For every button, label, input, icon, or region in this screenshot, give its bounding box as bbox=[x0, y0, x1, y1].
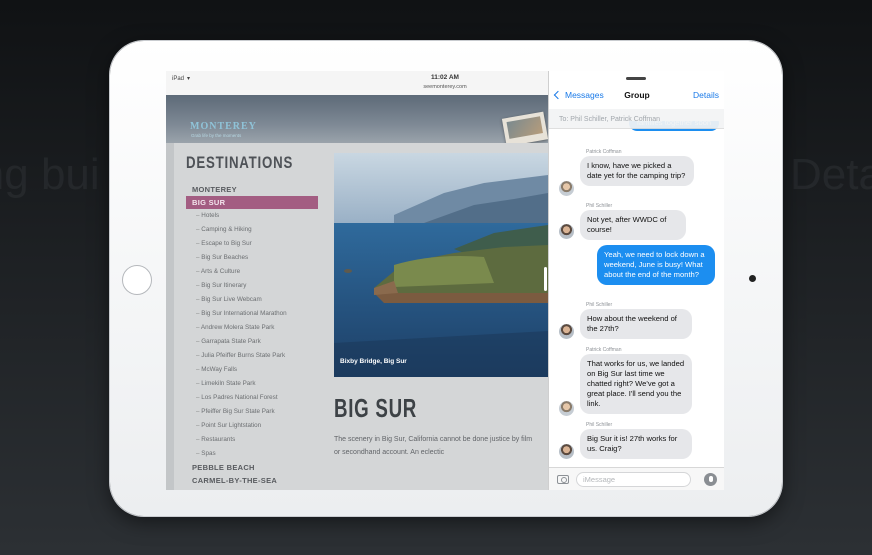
nav-subitem[interactable]: Arts & Culture bbox=[186, 265, 318, 279]
page-content: DESTINATIONS MONTEREY BIG SUR HotelsCamp… bbox=[174, 143, 548, 490]
avatar bbox=[559, 324, 574, 339]
destinations-heading: DESTINATIONS bbox=[186, 153, 294, 172]
nav-subitem[interactable]: Point Sur Lightstation bbox=[186, 419, 318, 433]
sender-name: Phil Schiller bbox=[586, 302, 613, 308]
messages-header: Messages Group Details bbox=[549, 81, 724, 107]
nav-subitem[interactable]: McWay Falls bbox=[186, 363, 318, 377]
message-bubble[interactable]: Not yet, after WWDC of course! bbox=[580, 210, 686, 240]
ipad-device: MONTEREY Grab life by the moments DESTIN… bbox=[110, 41, 782, 516]
nav-subitem[interactable]: Limekiln State Park bbox=[186, 377, 318, 391]
nav-item-pebble-beach[interactable]: PEBBLE BEACH bbox=[186, 461, 318, 474]
site-logo[interactable]: MONTEREY bbox=[190, 121, 257, 132]
nav-subitem[interactable]: Pfeiffer Big Sur State Park bbox=[186, 405, 318, 419]
nav-subitem[interactable]: Andrew Molera State Park bbox=[186, 321, 318, 335]
hero-image[interactable]: Bixby Bridge, Big Sur bbox=[334, 153, 548, 377]
nav-subitem[interactable]: Big Sur Live Webcam bbox=[186, 293, 318, 307]
nav-item-monterey[interactable]: MONTEREY bbox=[186, 183, 318, 196]
split-view-divider[interactable] bbox=[544, 267, 547, 291]
avatar bbox=[559, 444, 574, 459]
message-bubble[interactable]: That works for us, we landed on Big Sur … bbox=[580, 354, 692, 414]
message-thread[interactable]: families together soon Patrick Coffman I… bbox=[549, 121, 724, 467]
sender-name: Patrick Coffman bbox=[586, 347, 622, 353]
nav-subitem[interactable]: Big Sur International Marathon bbox=[186, 307, 318, 321]
sender-name: Patrick Coffman bbox=[586, 149, 622, 155]
home-button[interactable] bbox=[122, 265, 152, 295]
sender-name: Phil Schiller bbox=[586, 422, 613, 428]
message-bubble[interactable]: Yeah, we need to lock down a weekend, Ju… bbox=[597, 245, 715, 285]
coastline-photo bbox=[334, 153, 548, 377]
nav-sublist: HotelsCamping & HikingEscape to Big SurB… bbox=[186, 209, 318, 461]
avatar bbox=[559, 224, 574, 239]
compose-bar: iMessage bbox=[549, 467, 724, 490]
nav-subitem[interactable]: Julia Pfeiffer Burns State Park bbox=[186, 349, 318, 363]
nav-subitem[interactable]: Restaurants bbox=[186, 433, 318, 447]
site-header: MONTEREY Grab life by the moments bbox=[166, 95, 548, 143]
nav-item-big-sur[interactable]: BIG SUR bbox=[186, 196, 318, 209]
nav-subitem[interactable]: Spas bbox=[186, 447, 318, 461]
background-ghost-text-left: ing bui bbox=[0, 150, 100, 199]
avatar bbox=[559, 181, 574, 196]
slide-over-handle[interactable] bbox=[626, 77, 646, 80]
site-tagline: Grab life by the moments bbox=[191, 133, 242, 138]
messages-pane[interactable]: Messages Group Details families together… bbox=[548, 71, 724, 490]
hero-caption: Bixby Bridge, Big Sur bbox=[340, 358, 407, 365]
message-bubble[interactable]: I know, have we picked a date yet for th… bbox=[580, 156, 694, 186]
article-body: The scenery in Big Sur, California canno… bbox=[334, 436, 533, 456]
details-button[interactable]: Details bbox=[693, 90, 719, 100]
nav-subitem[interactable]: Los Padres National Forest bbox=[186, 391, 318, 405]
sender-name: Phil Schiller bbox=[586, 203, 613, 209]
article-title: BIG SUR bbox=[334, 393, 418, 423]
recipients-bar[interactable]: To: Phil Schiller, Patrick Coffman bbox=[549, 109, 724, 129]
nav-subitem[interactable]: Escape to Big Sur bbox=[186, 237, 318, 251]
ipad-screen: MONTEREY Grab life by the moments DESTIN… bbox=[166, 71, 724, 490]
nav-subitem[interactable]: Big Sur Beaches bbox=[186, 251, 318, 265]
destinations-nav: MONTEREY BIG SUR HotelsCamping & HikingE… bbox=[186, 183, 318, 487]
nav-item-carmel[interactable]: CARMEL-BY-THE-SEA bbox=[186, 474, 318, 487]
avatar bbox=[559, 401, 574, 416]
safari-pane[interactable]: MONTEREY Grab life by the moments DESTIN… bbox=[166, 71, 548, 490]
message-input[interactable]: iMessage bbox=[576, 472, 691, 487]
front-camera bbox=[749, 275, 756, 282]
camera-icon[interactable] bbox=[557, 475, 569, 484]
message-bubble[interactable]: How about the weekend of the 27th? bbox=[580, 309, 692, 339]
message-bubble[interactable]: Big Sur it is! 27th works for us. Craig? bbox=[580, 429, 692, 459]
nav-subitem[interactable]: Camping & Hiking bbox=[186, 223, 318, 237]
background-ghost-text-right: Details bbox=[790, 150, 872, 199]
nav-subitem[interactable]: Garrapata State Park bbox=[186, 335, 318, 349]
nav-subitem[interactable]: Hotels bbox=[186, 209, 318, 223]
nav-subitem[interactable]: Big Sur Itinerary bbox=[186, 279, 318, 293]
microphone-icon[interactable] bbox=[704, 473, 717, 486]
